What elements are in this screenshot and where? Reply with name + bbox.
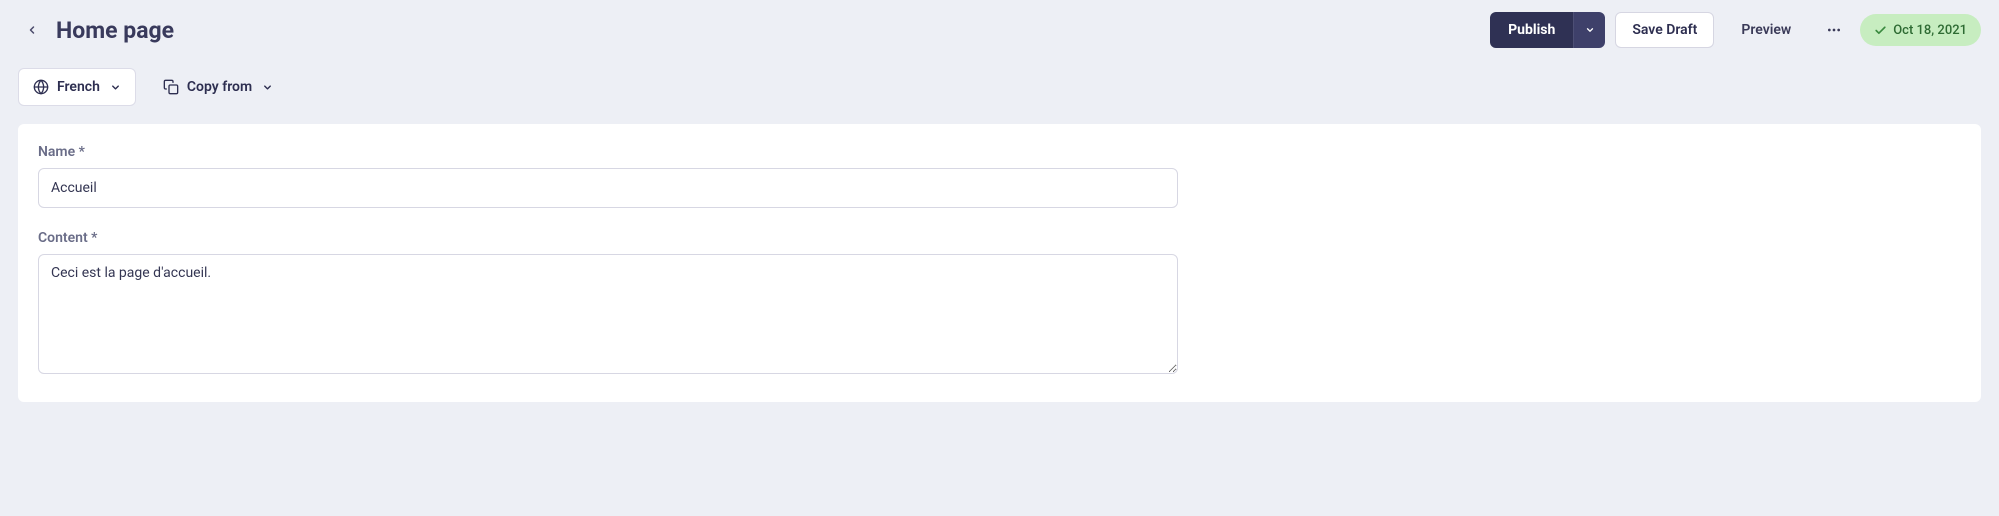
ellipsis-icon bbox=[1826, 22, 1842, 38]
publish-button[interactable]: Publish bbox=[1490, 12, 1573, 48]
form-panel: Name * Content * bbox=[18, 124, 1981, 402]
check-icon bbox=[1874, 24, 1887, 37]
more-actions-button[interactable] bbox=[1818, 14, 1850, 46]
chevron-down-icon bbox=[262, 82, 273, 93]
save-draft-button[interactable]: Save Draft bbox=[1615, 12, 1714, 48]
back-button[interactable] bbox=[18, 16, 46, 44]
content-field: Content * bbox=[38, 230, 1961, 378]
publish-dropdown-toggle[interactable] bbox=[1573, 12, 1605, 48]
chevron-left-icon bbox=[26, 24, 38, 36]
globe-icon bbox=[33, 79, 49, 95]
name-label: Name * bbox=[38, 144, 1961, 160]
copy-icon bbox=[163, 79, 179, 95]
content-label: Content * bbox=[38, 230, 1961, 246]
language-selector-label: French bbox=[57, 79, 100, 95]
publish-split-button: Publish bbox=[1490, 12, 1605, 48]
copy-from-selector[interactable]: Copy from bbox=[148, 68, 288, 106]
language-selector[interactable]: French bbox=[18, 68, 136, 106]
page-title: Home page bbox=[56, 17, 174, 44]
name-field: Name * bbox=[38, 144, 1961, 208]
chevron-down-icon bbox=[1585, 25, 1595, 35]
status-date-text: Oct 18, 2021 bbox=[1893, 23, 1967, 38]
toolbar: French Copy from bbox=[0, 54, 1999, 124]
header: Home page Publish Save Draft Preview Oct… bbox=[0, 0, 1999, 54]
preview-button[interactable]: Preview bbox=[1724, 12, 1808, 48]
copy-from-label: Copy from bbox=[187, 79, 252, 95]
status-badge: Oct 18, 2021 bbox=[1860, 14, 1981, 46]
header-actions: Publish Save Draft Preview Oct 18, 2021 bbox=[1490, 12, 1981, 48]
chevron-down-icon bbox=[110, 82, 121, 93]
content-textarea[interactable] bbox=[38, 254, 1178, 374]
name-input[interactable] bbox=[38, 168, 1178, 208]
